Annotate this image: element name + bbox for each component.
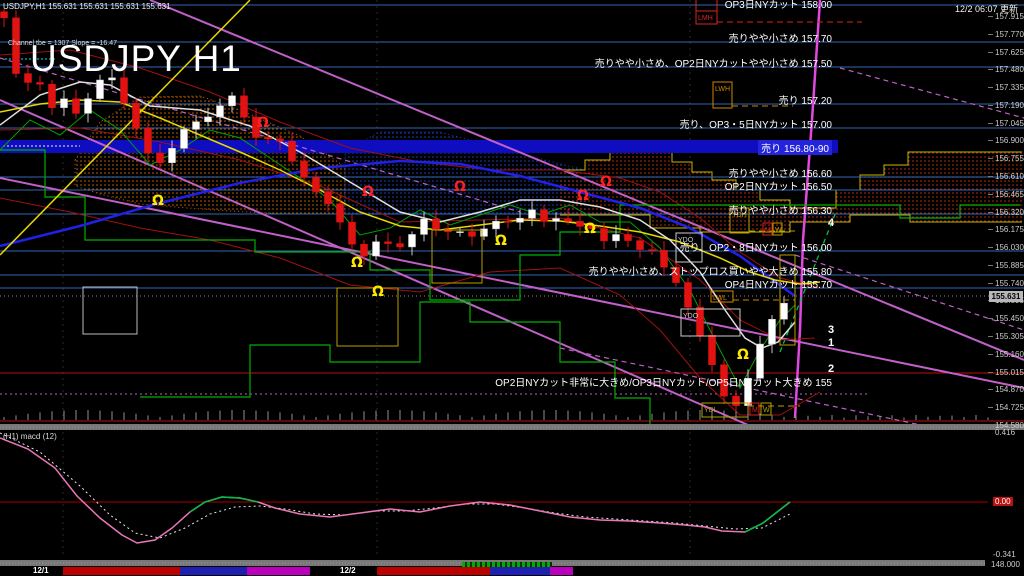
price-axis-tick [988,87,993,88]
level-annotation: 売りやや小さめ 156.30 [729,202,832,217]
price-axis-tick [988,16,993,17]
svg-text:Ω: Ω [454,179,466,195]
level-annotation: 売り 157.20 [779,92,832,107]
svg-text:LWH: LWH [715,86,730,93]
indicator-scale-min: -0.341 [993,550,1016,559]
level-annotation: 売り、OP3・5日NYカット 157.00 [680,116,832,131]
price-axis-label: 157.915 [995,12,1024,21]
price-axis-tick [988,105,993,106]
price-axis-tick [988,265,993,266]
price-axis-label: 154.870 [995,385,1024,394]
level-annotation: 売り 156.80-90 [758,140,832,155]
level-annotation: OP3日NYカット 158.00 [725,0,832,11]
price-axis-tick [988,283,993,284]
price-axis-tick [988,354,993,355]
price-axis-label: 157.480 [995,65,1024,74]
svg-text:Ω: Ω [372,284,384,300]
price-axis-tick [988,123,993,124]
price-axis-label: 156.320 [995,208,1024,217]
indicator-label: (H1) macd (12) [3,432,57,441]
svg-text:3: 3 [828,324,834,336]
svg-text:Ω: Ω [351,255,363,271]
price-axis-tick [988,389,993,390]
price-axis-tick [988,212,993,213]
indicator-zero-badge: 0.00 [993,497,1013,506]
timeline-date-1[interactable]: 12/1 [33,566,49,575]
price-axis-label: 155.740 [995,279,1024,288]
price-axis-label: 156.755 [995,154,1024,163]
price-axis-label: 156.030 [995,243,1024,252]
level-annotation: OP2日NYカット 156.50 [725,178,832,193]
svg-text:Ω: Ω [577,188,589,204]
trading-chart-window: LMHLWHYDHMWYDOLWLYDOYDLMWΩΩΩΩΩΩΩΩΩΩΩ4312… [0,0,1024,576]
macd-panel [0,433,988,543]
price-axis-label: 155.305 [995,332,1024,341]
price-axis-tick [988,372,993,373]
price-axis-tick [988,247,993,248]
svg-text:Ω: Ω [600,174,612,190]
svg-text:W: W [775,227,782,234]
price-axis-label: 157.625 [995,48,1024,57]
price-axis-tick [988,336,993,337]
svg-text:Ω: Ω [584,221,596,237]
svg-text:YDL: YDL [704,407,718,414]
price-axis-tick [988,407,993,408]
price-axis-label: 155.450 [995,314,1024,323]
price-axis-label: 157.335 [995,83,1024,92]
svg-text:LMH: LMH [698,15,713,22]
price-axis-label: 156.900 [995,136,1024,145]
svg-text:W: W [763,407,770,414]
price-axis-tick [988,158,993,159]
level-annotation: OP2日NYカット非常に大きめ/OP3日NYカット/OP5日NYカット大きめ 1… [495,374,832,389]
price-axis-label: 155.015 [995,368,1024,377]
current-price-badge: 155.631 [989,291,1023,302]
symbol-info-line: USDJPY,H1 155.631 155.631 155.631 155.63… [3,2,171,11]
price-axis-tick [988,176,993,177]
price-axis-tick [988,229,993,230]
timeline-date-2[interactable]: 12/2 [340,566,356,575]
level-annotation: 売りやや小さめ 157.70 [729,30,832,45]
svg-text:Ω: Ω [495,233,507,249]
price-axis-tick [988,318,993,319]
volume-ticks [0,410,1024,430]
level-annotation: OP4日NYカット 155.70 [725,276,832,291]
level-annotation: 売りやや小さめ、OP2日NYカットやや小さめ 157.50 [595,55,832,70]
svg-text:YDO: YDO [683,313,699,320]
price-axis-tick [988,194,993,195]
svg-text:Ω: Ω [737,347,749,363]
price-axis-label: 155.160 [995,350,1024,359]
svg-text:Ω: Ω [257,115,269,131]
chart-title: USDJPY H1 [30,38,242,80]
chart-canvas[interactable]: LMHLWHYDHMWYDOLWLYDOYDLMWΩΩΩΩΩΩΩΩΩΩΩ4312 [0,0,1024,576]
svg-text:Ω: Ω [362,184,374,200]
svg-text:Ω: Ω [152,193,164,209]
price-axis-label: 156.610 [995,172,1024,181]
price-axis-label: 156.175 [995,225,1024,234]
price-axis-label: 155.885 [995,261,1024,270]
price-axis-label: 157.770 [995,30,1024,39]
price-axis-tick [988,425,993,426]
price-axis-tick [988,69,993,70]
svg-text:1: 1 [828,337,834,349]
indicator-scale-max: 0.416 [995,428,1015,437]
level-annotation: 売り、OP2・8日NYカット 156.00 [680,239,832,254]
ichimoku-clouds [63,0,1022,558]
svg-text:4: 4 [828,217,835,229]
price-axis-tick [988,34,993,35]
indicator-corner-value: 148.000 [991,560,1020,569]
svg-text:M: M [752,407,758,414]
price-axis-label: 157.045 [995,119,1024,128]
svg-text:M: M [765,227,771,234]
price-axis-label: 154.725 [995,403,1024,412]
bottom-center-green-marker [462,562,552,567]
price-axis-tick [988,52,993,53]
price-axis-label: 156.465 [995,190,1024,199]
svg-text:LWL: LWL [713,295,727,302]
price-axis-tick [988,140,993,141]
price-axis-label: 157.190 [995,101,1024,110]
